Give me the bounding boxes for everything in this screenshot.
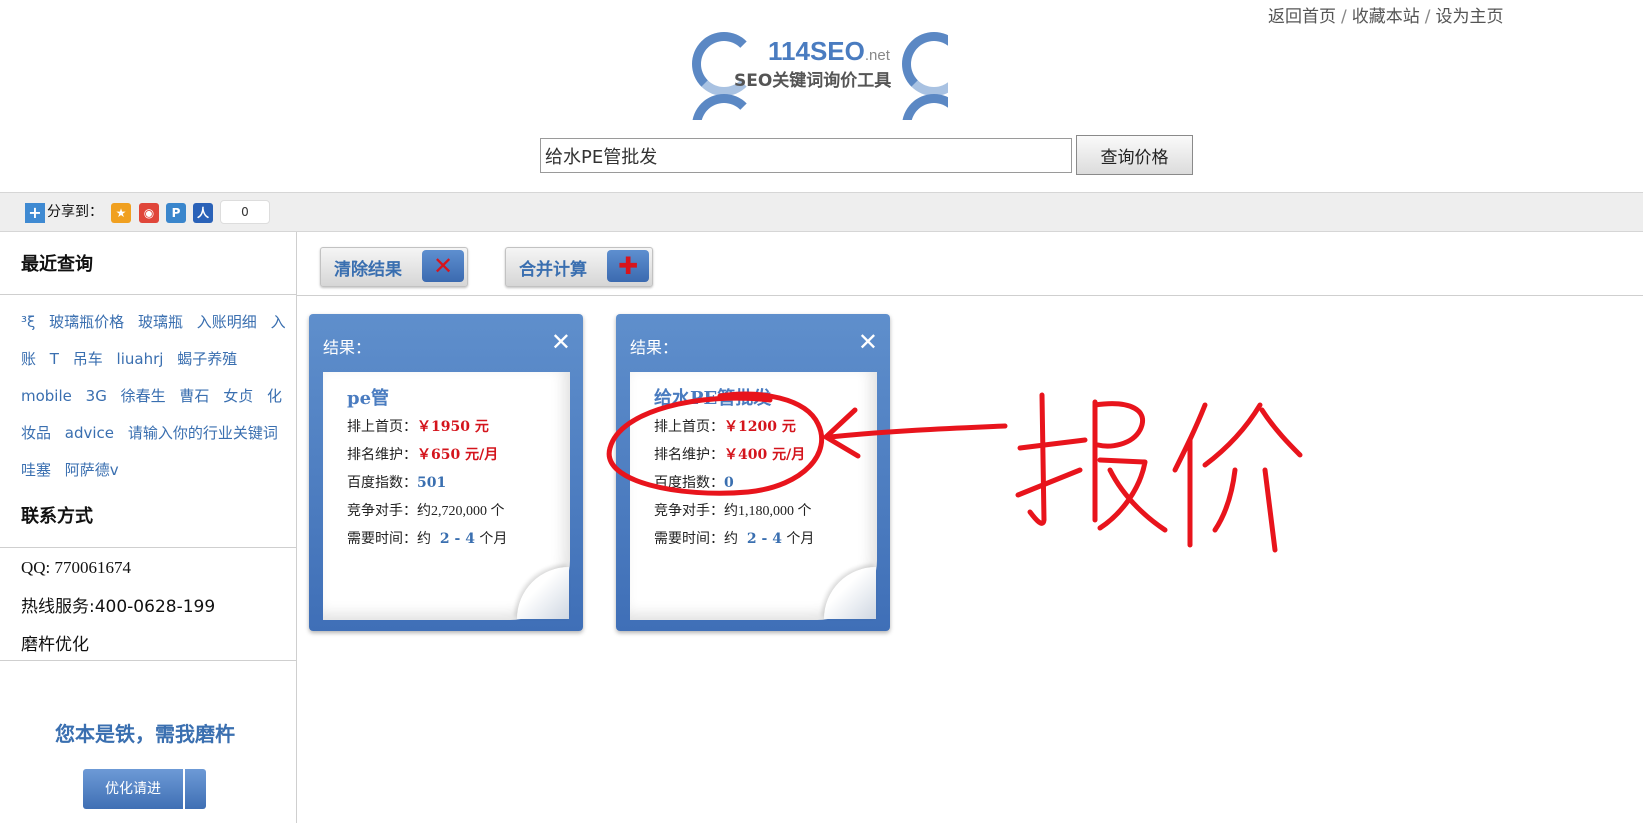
result-card: 结果： ✕ 给水PE管批发 排上首页：￥1200 元 排名维护：￥400 元/月… — [616, 314, 890, 631]
link-bookmark[interactable]: 收藏本站 — [1352, 7, 1420, 27]
result-keyword: 给水PE管批发 — [654, 388, 772, 409]
recent-queries-title: 最近查询 — [21, 254, 93, 275]
logo-swoosh-icon — [902, 94, 948, 120]
close-x-icon: ✕ — [422, 250, 464, 282]
clear-results-label: 清除结果 — [334, 260, 402, 280]
site-logo[interactable]: 114SEO.net SEO关键词询价工具 — [692, 30, 948, 120]
result-card: 结果： ✕ pe管 排上首页：￥1950 元 排名维护：￥650 元/月 百度指… — [309, 314, 583, 631]
separator: / — [1424, 7, 1431, 27]
renren-icon[interactable]: 人 — [193, 203, 213, 223]
divider — [0, 547, 296, 548]
maintenance-price: ￥400 元/月 — [724, 447, 806, 463]
search-input[interactable] — [540, 138, 1072, 173]
link-set-homepage[interactable]: 设为主页 — [1435, 7, 1503, 27]
baidu-index: 501 — [417, 475, 447, 491]
divider — [0, 294, 296, 295]
recent-query-link[interactable]: 女贞 — [223, 387, 253, 405]
logo-subtitle: SEO关键词询价工具 — [734, 71, 892, 91]
qzone-icon[interactable]: ★ — [111, 203, 131, 223]
recent-query-link[interactable]: T — [50, 350, 59, 368]
recent-query-link[interactable]: 哇塞 — [21, 461, 51, 479]
merge-calc-label: 合并计算 — [519, 260, 587, 280]
logo-brand: 114SEO.net — [768, 36, 890, 66]
sidebar: 最近查询 ³ξ 玻璃瓶价格 玻璃瓶 入账明细 入账 T 吊车 liuahrj 蝎… — [0, 232, 297, 823]
rank-price: ￥1200 元 — [724, 419, 796, 435]
result-keyword: pe管 — [347, 388, 390, 409]
rank-price: ￥1950 元 — [417, 419, 489, 435]
recent-query-link[interactable]: ³ξ — [21, 313, 35, 331]
optimize-enter-button[interactable]: 优化请进 — [83, 769, 206, 809]
divider — [296, 295, 1643, 296]
logo-swoosh-icon — [692, 94, 756, 120]
baidu-index: 0 — [724, 475, 734, 491]
rank-price-row: 排上首页：￥1200 元 — [654, 419, 796, 435]
contact-hotline: 热线服务:400-0628-199 — [21, 597, 216, 617]
divider — [0, 660, 296, 661]
recent-query-link[interactable]: 吊车 — [73, 350, 103, 368]
baidu-index-row: 百度指数：0 — [654, 475, 734, 491]
time-needed-row: 需要时间：约 2 - 4 个月 — [654, 531, 815, 547]
competitors-count: 约1,180,000 个 — [724, 504, 812, 519]
competitors-count: 约2,720,000 个 — [417, 504, 505, 519]
optimize-enter-label: 优化请进 — [105, 781, 161, 797]
maintenance-price-row: 排名维护：￥400 元/月 — [654, 447, 806, 463]
close-icon[interactable]: ✕ — [551, 328, 571, 356]
share-count: 0 — [220, 200, 270, 224]
share-bar: + 分享到： ★ ◉ P 人 0 — [0, 192, 1643, 232]
contact-title: 联系方式 — [21, 506, 93, 527]
recent-query-link[interactable]: 玻璃瓶价格 — [49, 313, 124, 331]
weibo-icon[interactable]: ◉ — [139, 203, 159, 223]
recent-query-link[interactable]: 徐春生 — [121, 387, 166, 405]
recent-query-link[interactable]: 曹石 — [179, 387, 209, 405]
recent-query-link[interactable]: 蝎子养殖 — [177, 350, 237, 368]
recent-query-link[interactable]: mobile — [21, 387, 72, 405]
competitors-row: 竞争对手：约1,180,000 个 — [654, 503, 812, 519]
recent-query-link[interactable]: 入账明细 — [197, 313, 257, 331]
recent-queries-list: ³ξ 玻璃瓶价格 玻璃瓶 入账明细 入账 T 吊车 liuahrj 蝎子养殖 m… — [21, 304, 291, 489]
result-card-header: 结果： — [630, 338, 679, 357]
recent-query-link[interactable]: 玻璃瓶 — [138, 313, 183, 331]
time-range: 2 - 4 — [746, 531, 782, 547]
recent-query-link[interactable]: advice — [65, 424, 114, 442]
pengyou-icon[interactable]: P — [166, 203, 186, 223]
share-label: 分享到： — [47, 204, 103, 220]
result-card-header: 结果： — [323, 338, 372, 357]
recent-query-link[interactable]: 3G — [86, 387, 107, 405]
query-price-button[interactable]: 查询价格 — [1076, 135, 1193, 175]
close-icon[interactable]: ✕ — [858, 328, 878, 356]
contact-qq: QQ: 770061674 — [21, 558, 132, 577]
slogan: 您本是铁，需我磨杵 — [55, 722, 235, 746]
recent-query-link[interactable]: 请输入你的行业关键词 — [128, 424, 278, 442]
link-home[interactable]: 返回首页 — [1268, 7, 1336, 27]
separator: / — [1341, 7, 1347, 27]
top-links: 返回首页 / 收藏本站 / 设为主页 — [1268, 2, 1503, 27]
share-plus-icon[interactable]: + — [25, 203, 45, 223]
baidu-index-row: 百度指数：501 — [347, 475, 447, 491]
plus-icon: ✚ — [607, 250, 649, 282]
recent-query-link[interactable]: 阿萨德v — [65, 461, 119, 479]
merge-calc-button[interactable]: 合并计算 ✚ — [505, 247, 653, 287]
logo-swoosh-icon — [902, 32, 948, 96]
contact-company: 磨杵优化 — [21, 635, 89, 655]
time-range: 2 - 4 — [439, 531, 475, 547]
competitors-row: 竞争对手：约2,720,000 个 — [347, 503, 505, 519]
maintenance-price: ￥650 元/月 — [417, 447, 499, 463]
time-needed-row: 需要时间：约 2 - 4 个月 — [347, 531, 508, 547]
rank-price-row: 排上首页：￥1950 元 — [347, 419, 489, 435]
maintenance-price-row: 排名维护：￥650 元/月 — [347, 447, 499, 463]
button-divider — [183, 769, 185, 809]
clear-results-button[interactable]: 清除结果 ✕ — [320, 247, 468, 287]
recent-query-link[interactable]: liuahrj — [117, 350, 164, 368]
